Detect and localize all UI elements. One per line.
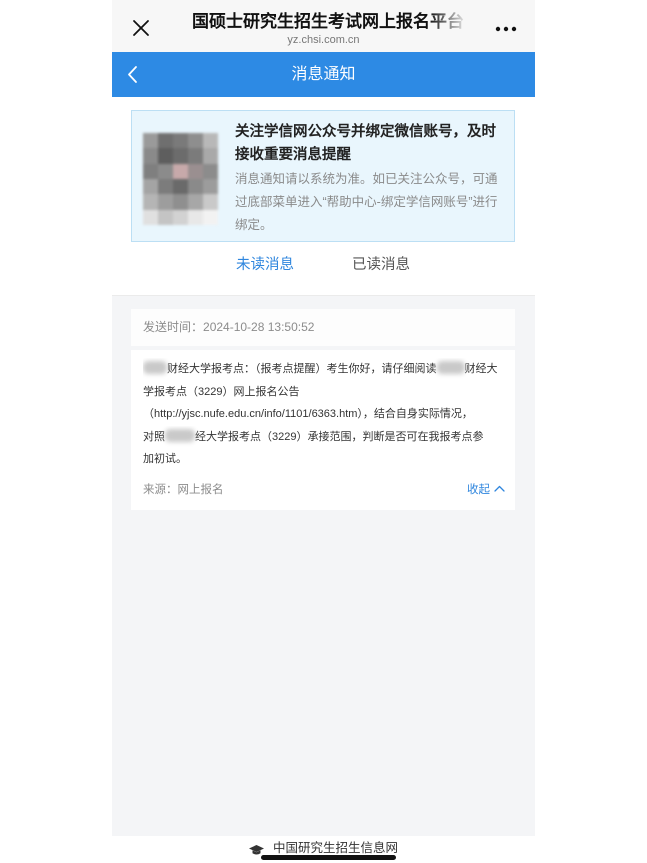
home-indicator [261, 855, 396, 860]
message-line: 学报考点（3229）网上报名公告 [143, 381, 505, 404]
sent-time-value: 2024-10-28 13:50:52 [203, 320, 315, 334]
message-time-header: 发送时间：2024-10-28 13:50:52 [131, 309, 515, 346]
message-text: 财经大 [464, 363, 498, 375]
browser-top-bar: 国硕士研究生招生考试网上报名平台 yz.chsi.com.cn [112, 0, 535, 52]
browser-domain: yz.chsi.com.cn [287, 34, 360, 46]
tab-unread-messages[interactable]: 未读消息 [225, 252, 305, 278]
source-label: 来源： [143, 484, 178, 496]
redacted-text [436, 361, 465, 374]
message-text: 学报考点（3229）网上报名公告 [143, 385, 300, 398]
notice-title-line: 关注学信网公众号并绑定微信账号，及时 [235, 124, 496, 140]
more-icon[interactable] [494, 22, 518, 34]
qr-code-image [143, 133, 218, 225]
redacted-text [143, 361, 167, 374]
message-line: 财经大学报考点：（报考点提醒）考生你好，请仔细阅读 财经大 [143, 358, 505, 381]
message-line: 加初试。 [143, 448, 505, 471]
message-text: 财经大学报考点：（报考点提醒）考生你好，请仔细阅读 [167, 363, 437, 375]
message-text: 对照 [143, 430, 165, 443]
chevron-left-icon[interactable] [124, 63, 142, 86]
collapse-button[interactable]: 收起 [467, 479, 505, 501]
message-line: 对照 经大学报考点（3229）承接范围，判断是否可在我报考点参 [143, 426, 505, 449]
notice-description: 消息通知请以系统为准。如已关注公众号，可通 过底部菜单进入“帮助中心-绑定学信网… [235, 168, 509, 237]
browser-page-title: 国硕士研究生招生考试网上报名平台 [192, 12, 464, 31]
redacted-text [165, 428, 195, 442]
notice-title: 关注学信网公众号并绑定微信账号，及时 接收重要消息提醒 [235, 121, 507, 167]
notice-title-line: 接收重要消息提醒 [235, 147, 351, 163]
message-body: 财经大学报考点：（报考点提醒）考生你好，请仔细阅读 财经大 学报考点（3229）网… [143, 358, 505, 471]
sent-time: 发送时间：2024-10-28 13:50:52 [143, 309, 314, 346]
chevron-up-icon [494, 485, 505, 492]
message-line: （http://yjsc.nufe.edu.cn/info/1101/6363.… [143, 403, 505, 426]
message-text: （http://yjsc.nufe.edu.cn/info/1101/6363.… [143, 408, 473, 420]
message-text: 经大学报考点（3229）承接范围，判断是否可在我报考点参 [195, 430, 484, 443]
message-card: 财经大学报考点：（报考点提醒）考生你好，请仔细阅读 财经大 学报考点（3229）网… [131, 350, 515, 510]
footer-site-name: 中国研究生招生信息网 [273, 841, 399, 855]
follow-notice-card: 关注学信网公众号并绑定微信账号，及时 接收重要消息提醒 消息通知请以系统为准。如… [131, 110, 515, 242]
sent-time-label: 发送时间： [143, 320, 204, 334]
graduation-cap-icon [249, 843, 264, 855]
tab-read-messages[interactable]: 已读消息 [341, 252, 421, 278]
notice-desc-line: 过底部菜单进入“帮助中心-绑定学信网账号”进行 [235, 195, 498, 209]
message-text: 加初试。 [143, 453, 187, 465]
collapse-label: 收起 [467, 484, 490, 496]
source-value: 网上报名 [177, 484, 224, 496]
notice-desc-line: 消息通知请以系统为准。如已关注公众号，可通 [235, 172, 498, 186]
notice-desc-line: 绑定。 [235, 218, 273, 232]
message-source: 来源：网上报名 [143, 479, 224, 501]
phone-screen: 国硕士研究生招生考试网上报名平台 yz.chsi.com.cn 消息通知 关注学… [112, 0, 535, 863]
nav-bar: 消息通知 [112, 52, 535, 97]
page-title: 消息通知 [291, 66, 356, 83]
message-footer: 来源：网上报名 收起 [143, 479, 505, 501]
